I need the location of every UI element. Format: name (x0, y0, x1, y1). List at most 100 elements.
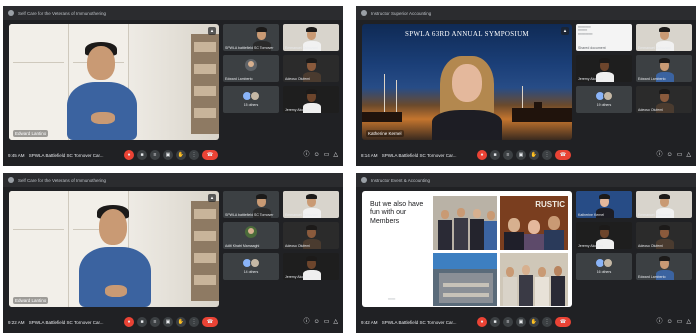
participant-tile[interactable]: Adeoso Olufemi (283, 55, 339, 82)
raise-hand-icon[interactable]: ✋ (176, 150, 186, 160)
pin-icon[interactable]: ▴ (208, 27, 216, 35)
app-icon (361, 177, 367, 183)
meeting-info: 8:14 AM SPWLA Battlefield SC Tornover Ca… (361, 153, 469, 158)
others-tile[interactable]: 15 others (223, 86, 279, 113)
others-tile[interactable]: 19 others (576, 86, 632, 113)
captions-icon[interactable]: ≡ (503, 150, 513, 160)
participant-tile[interactable]: Emmanuel Ochuzani (636, 191, 692, 218)
participant-tile[interactable]: Edward Lamberto (223, 55, 279, 82)
participant-name: Katherine Kernel (578, 213, 605, 217)
end-call-icon[interactable]: ☎ (202, 150, 218, 160)
others-count: 19 others (596, 103, 612, 107)
participant-tile[interactable]: Jeremy Akomba (576, 55, 632, 82)
window-title-bar: Self Care for the Veterans of Immunother… (3, 6, 343, 20)
participant-tile[interactable]: Emmanuel Ochuzani (283, 24, 339, 51)
chat-icon[interactable]: ▭ (677, 152, 683, 158)
people-icon[interactable]: ☺ (667, 319, 673, 325)
meeting-time: 9:45 AM (8, 152, 25, 158)
others-tile[interactable]: 16 others (576, 253, 632, 280)
participant-tile[interactable]: Emmanuel Ochuzani (283, 191, 339, 218)
participant-tile[interactable]: Jeremy Akomba (283, 86, 339, 113)
main-speaker-stage[interactable]: ▴ Edward Lantino (9, 191, 219, 307)
mic-icon[interactable]: ● (124, 317, 134, 327)
mic-icon[interactable]: ● (477, 317, 487, 327)
info-icon[interactable]: ⓘ (657, 152, 663, 158)
meeting-info: 9:45 AM SPWLA Battlefield SC Tornover Ca… (8, 153, 116, 158)
people-icon[interactable]: ☺ (314, 152, 320, 158)
activities-icon[interactable]: △ (686, 319, 691, 325)
participant-tile[interactable]: Adeoso Olufemi (283, 222, 339, 249)
participant-tile[interactable]: Adeoso Olufemi (636, 86, 692, 113)
info-icon[interactable]: ⓘ (657, 319, 663, 325)
participant-name: Jeremy Akomba (578, 77, 604, 81)
participant-tile[interactable]: Emmanuel Ochuzani (636, 24, 692, 51)
chat-icon[interactable]: ▭ (324, 319, 330, 325)
raise-hand-icon[interactable]: ✋ (529, 317, 539, 327)
more-options-icon[interactable]: ⋮ (542, 317, 552, 327)
people-icon[interactable]: ☺ (667, 152, 673, 158)
participant-tile[interactable]: Jeremy Akomba (576, 222, 632, 249)
meeting-time: 9:22 AM (8, 319, 25, 325)
end-call-icon[interactable]: ☎ (555, 150, 571, 160)
others-avatars (595, 258, 613, 268)
captions-icon[interactable]: ≡ (150, 317, 160, 327)
participant-tile[interactable]: Katherine Kernel (576, 191, 632, 218)
shared-document-tile[interactable]: ━━━━━━━ ━━━━━ ━━━━━━━━ Shared document (576, 24, 632, 51)
captions-icon[interactable]: ≡ (150, 150, 160, 160)
participant-name: Emmanuel Ochuzani (285, 46, 318, 50)
meeting-time: 8:14 AM (361, 152, 378, 158)
activities-icon[interactable]: △ (686, 152, 691, 158)
others-tile[interactable]: 14 others (223, 253, 279, 280)
present-icon[interactable]: ▣ (163, 317, 173, 327)
pin-icon[interactable]: ▴ (561, 27, 569, 35)
info-icon[interactable]: ⓘ (304, 319, 310, 325)
raise-hand-icon[interactable]: ✋ (176, 317, 186, 327)
people-icon[interactable]: ☺ (314, 319, 320, 325)
app-icon (8, 177, 14, 183)
captions-icon[interactable]: ≡ (503, 317, 513, 327)
present-icon[interactable]: ▣ (163, 150, 173, 160)
mic-icon[interactable]: ● (477, 150, 487, 160)
end-call-icon[interactable]: ☎ (202, 317, 218, 327)
camera-icon[interactable]: ■ (137, 150, 147, 160)
activities-icon[interactable]: △ (333, 152, 338, 158)
app-icon (361, 10, 367, 16)
window-title-bar: Instructor Event & Accounting (356, 173, 696, 187)
participant-tile[interactable]: Edward Lamberto (636, 253, 692, 280)
background-cabinet (9, 24, 69, 140)
camera-icon[interactable]: ■ (490, 150, 500, 160)
pin-icon[interactable]: ▴ (208, 194, 216, 202)
raise-hand-icon[interactable]: ✋ (529, 150, 539, 160)
participant-tile[interactable]: Adeoso Olufemi (636, 222, 692, 249)
speaker-video (432, 48, 502, 140)
participant-tile[interactable]: SPWLA battlefield SC Tornover (223, 191, 279, 218)
presentation-slide[interactable]: But we also have fun with our Members RU… (362, 191, 572, 307)
meeting-screenshot-1: Self Care for the Veterans of Immunother… (3, 6, 343, 166)
side-controls: ⓘ ☺ ▭ △ (657, 152, 691, 158)
window-title: Self Care for the Veterans of Immunother… (18, 10, 107, 16)
more-options-icon[interactable]: ⋮ (542, 150, 552, 160)
meeting-time: 9:42 AM (361, 319, 378, 325)
present-icon[interactable]: ▣ (516, 150, 526, 160)
participant-tile[interactable]: Jeremy Akomba (283, 253, 339, 280)
participant-tile[interactable]: Aditi Khatri Mamaaghi (223, 222, 279, 249)
present-icon[interactable]: ▣ (516, 317, 526, 327)
others-avatars (242, 91, 260, 101)
participant-tile[interactable]: SPWLA battlefield SC Tornover (223, 24, 279, 51)
camera-icon[interactable]: ■ (490, 317, 500, 327)
main-speaker-stage[interactable]: ▴ Edward Lantino (9, 24, 219, 140)
meeting-title: SPWLA Battlefield SC Tornover Car... (381, 319, 457, 325)
chat-icon[interactable]: ▭ (324, 152, 330, 158)
camera-icon[interactable]: ■ (137, 317, 147, 327)
more-options-icon[interactable]: ⋮ (189, 317, 199, 327)
participant-tile[interactable]: Edward Lamberto (636, 55, 692, 82)
more-options-icon[interactable]: ⋮ (189, 150, 199, 160)
meeting-title: SPWLA Battlefield SC Tornover Car... (381, 152, 457, 158)
end-call-icon[interactable]: ☎ (555, 317, 571, 327)
main-speaker-stage[interactable]: SPWLA 63RD ANNUAL SYMPOSIUM ▴ Katherine … (362, 24, 572, 140)
activities-icon[interactable]: △ (333, 319, 338, 325)
mic-icon[interactable]: ● (124, 150, 134, 160)
info-icon[interactable]: ⓘ (304, 152, 310, 158)
chat-icon[interactable]: ▭ (677, 319, 683, 325)
participant-name: Emmanuel Ochuzani (285, 213, 318, 217)
